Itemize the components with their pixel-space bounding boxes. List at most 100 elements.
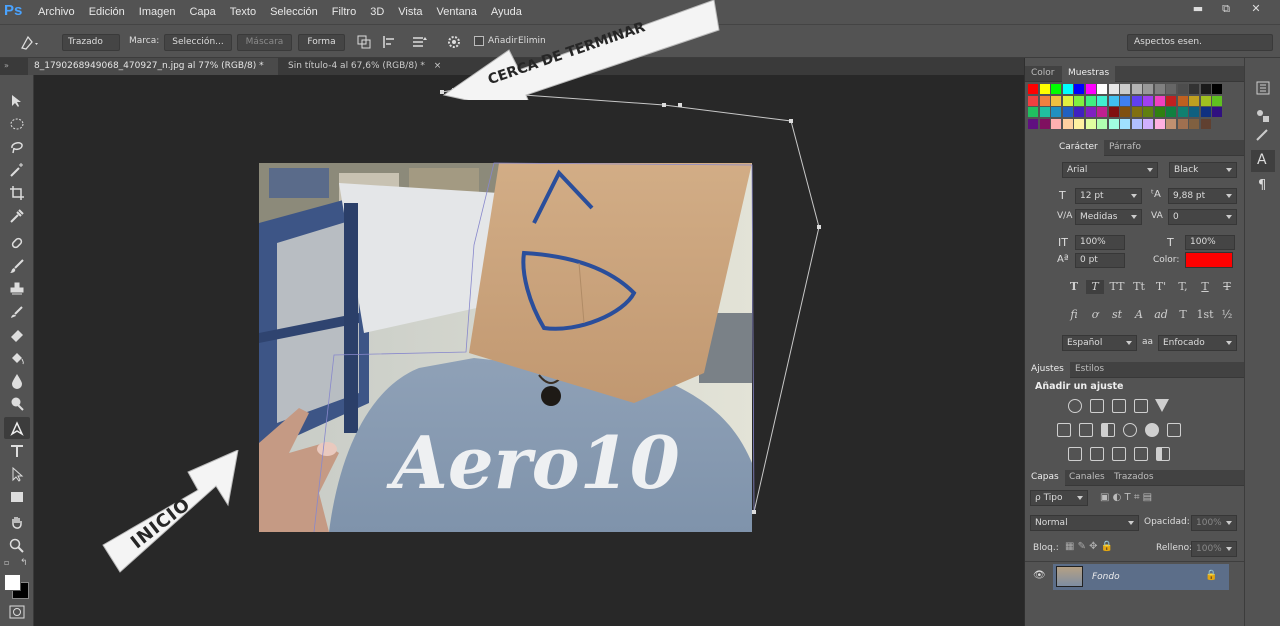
- font-family-dropdown[interactable]: Arial: [1062, 162, 1158, 178]
- brush-panel-icon[interactable]: [1255, 128, 1271, 142]
- hue-saturation-icon[interactable]: [1057, 423, 1071, 437]
- workspace-dropdown[interactable]: Aspectos esen.: [1127, 34, 1273, 51]
- faux-bold-button[interactable]: T: [1065, 280, 1083, 294]
- color-swatch[interactable]: [1120, 84, 1130, 94]
- dodge-tool-icon[interactable]: [9, 396, 25, 412]
- mask-button[interactable]: Máscara: [237, 34, 292, 51]
- brightness-icon[interactable]: [1068, 399, 1082, 413]
- brush-tool-icon[interactable]: [9, 258, 25, 274]
- color-swatch[interactable]: [1051, 95, 1061, 106]
- color-swatch[interactable]: [1028, 84, 1038, 94]
- color-swatch[interactable]: [1189, 118, 1199, 129]
- history-brush-icon[interactable]: [9, 304, 25, 320]
- color-swatch[interactable]: [1120, 95, 1130, 106]
- subscript-button[interactable]: T,: [1174, 280, 1192, 294]
- clone-stamp-icon[interactable]: [9, 281, 25, 297]
- color-swatch[interactable]: [1028, 118, 1038, 129]
- posterize-icon[interactable]: [1090, 447, 1104, 461]
- color-swatch[interactable]: [1028, 95, 1038, 106]
- path-arrangement-icon[interactable]: [410, 34, 428, 50]
- path-operations-icon[interactable]: [356, 34, 372, 50]
- healing-brush-icon[interactable]: [9, 235, 25, 251]
- color-swatch[interactable]: [1166, 84, 1176, 94]
- tab-document-1[interactable]: 8_1790268949068_470927_n.jpg al 77% (RGB…: [28, 58, 278, 87]
- stylistic-alt-button[interactable]: A: [1130, 308, 1148, 322]
- all-caps-button[interactable]: TT: [1108, 280, 1126, 294]
- color-swatch[interactable]: [1131, 84, 1142, 94]
- color-swatch[interactable]: [1108, 118, 1119, 129]
- color-swatch[interactable]: [1097, 118, 1107, 129]
- color-swatch[interactable]: [1166, 107, 1176, 117]
- threshold-icon[interactable]: [1112, 447, 1126, 461]
- menu-vista[interactable]: Vista: [398, 6, 422, 18]
- ligatures-button[interactable]: fi: [1065, 308, 1083, 322]
- color-lookup-icon[interactable]: [1167, 423, 1181, 437]
- exposure-icon[interactable]: [1134, 399, 1148, 413]
- eyedropper-icon[interactable]: [9, 208, 25, 224]
- selective-color-icon[interactable]: [1134, 447, 1148, 461]
- collapse-toolbar-icon[interactable]: »: [4, 61, 9, 70]
- photo-filter-icon[interactable]: [1123, 423, 1137, 437]
- faux-italic-button[interactable]: T: [1086, 280, 1104, 294]
- font-size-field[interactable]: 12 pt: [1075, 188, 1142, 204]
- color-swatch[interactable]: [1200, 107, 1211, 117]
- blur-tool-icon[interactable]: [9, 373, 25, 389]
- color-swatch[interactable]: [1154, 118, 1165, 129]
- vertical-scale-field[interactable]: 100%: [1075, 235, 1125, 250]
- color-swatch[interactable]: [1062, 107, 1073, 117]
- tab-color[interactable]: Color: [1025, 66, 1061, 82]
- color-swatch[interactable]: [1154, 107, 1165, 117]
- leading-field[interactable]: 9,88 pt: [1168, 188, 1237, 204]
- color-swatch[interactable]: [1108, 95, 1119, 106]
- old-style-button[interactable]: ơ: [1086, 308, 1104, 322]
- blend-mode-dropdown[interactable]: Normal: [1030, 515, 1139, 531]
- tab-styles[interactable]: Estilos: [1069, 362, 1110, 378]
- color-swatch[interactable]: [1039, 107, 1050, 117]
- color-swatch[interactable]: [1108, 84, 1119, 94]
- language-dropdown[interactable]: Español: [1062, 335, 1137, 351]
- quick-mask-icon[interactable]: [9, 605, 25, 619]
- antialias-dropdown[interactable]: Enfocado: [1158, 335, 1237, 351]
- color-swatch[interactable]: [1074, 107, 1084, 117]
- color-swatch[interactable]: [1062, 118, 1073, 129]
- color-swatch[interactable]: [1028, 107, 1038, 117]
- marquee-tool-icon[interactable]: [9, 116, 25, 132]
- color-swatch[interactable]: [1039, 84, 1050, 94]
- layer-filter-icons[interactable]: ▣ ◐ T ⌗ ▤: [1100, 492, 1152, 503]
- color-swatch[interactable]: [1200, 84, 1211, 94]
- menu-seleccion[interactable]: Selección: [270, 6, 318, 18]
- minimize-button[interactable]: ▬: [1186, 2, 1210, 16]
- path-alignment-icon[interactable]: [382, 34, 398, 50]
- color-swatch[interactable]: [1143, 118, 1153, 129]
- color-swatch[interactable]: [1212, 95, 1222, 106]
- menu-texto[interactable]: Texto: [230, 6, 256, 18]
- tracking-dropdown[interactable]: 0: [1168, 209, 1237, 225]
- menu-capa[interactable]: Capa: [189, 6, 215, 18]
- color-swatch[interactable]: [1177, 95, 1188, 106]
- tab-document-2[interactable]: Sin título-4 al 67,6% (RGB/8) * ×: [282, 58, 452, 75]
- tab-swatches[interactable]: Muestras: [1062, 66, 1116, 82]
- color-swatch[interactable]: [1143, 84, 1153, 94]
- color-swatch[interactable]: [1212, 107, 1222, 117]
- paragraph-panel-icon[interactable]: ¶: [1258, 178, 1266, 193]
- menu-filtro[interactable]: Filtro: [332, 6, 356, 18]
- color-swatch[interactable]: [1051, 107, 1061, 117]
- lock-icons[interactable]: ▦ ✎ ✥ 🔒: [1065, 541, 1113, 552]
- layer-row-fondo[interactable]: Fondo 🔒: [1053, 564, 1229, 590]
- swatch-grid[interactable]: [1028, 84, 1228, 140]
- underline-button[interactable]: T: [1196, 280, 1214, 294]
- color-swatch[interactable]: [1051, 118, 1061, 129]
- color-swatch[interactable]: [1039, 95, 1050, 106]
- menu-imagen[interactable]: Imagen: [139, 6, 176, 18]
- font-style-dropdown[interactable]: Black: [1169, 162, 1237, 178]
- tab-channels[interactable]: Canales: [1063, 470, 1111, 486]
- opacity-field[interactable]: 100%: [1191, 515, 1237, 531]
- color-swatch[interactable]: [1177, 118, 1188, 129]
- restore-button[interactable]: ⧉: [1214, 2, 1238, 16]
- pen-tool-preset-icon[interactable]: [18, 33, 40, 51]
- color-swatch[interactable]: [1143, 95, 1153, 106]
- color-swatch[interactable]: [1212, 84, 1222, 94]
- color-swatch[interactable]: [1085, 107, 1096, 117]
- zoom-tool-icon[interactable]: [9, 538, 25, 554]
- pen-tool-icon[interactable]: [9, 420, 25, 436]
